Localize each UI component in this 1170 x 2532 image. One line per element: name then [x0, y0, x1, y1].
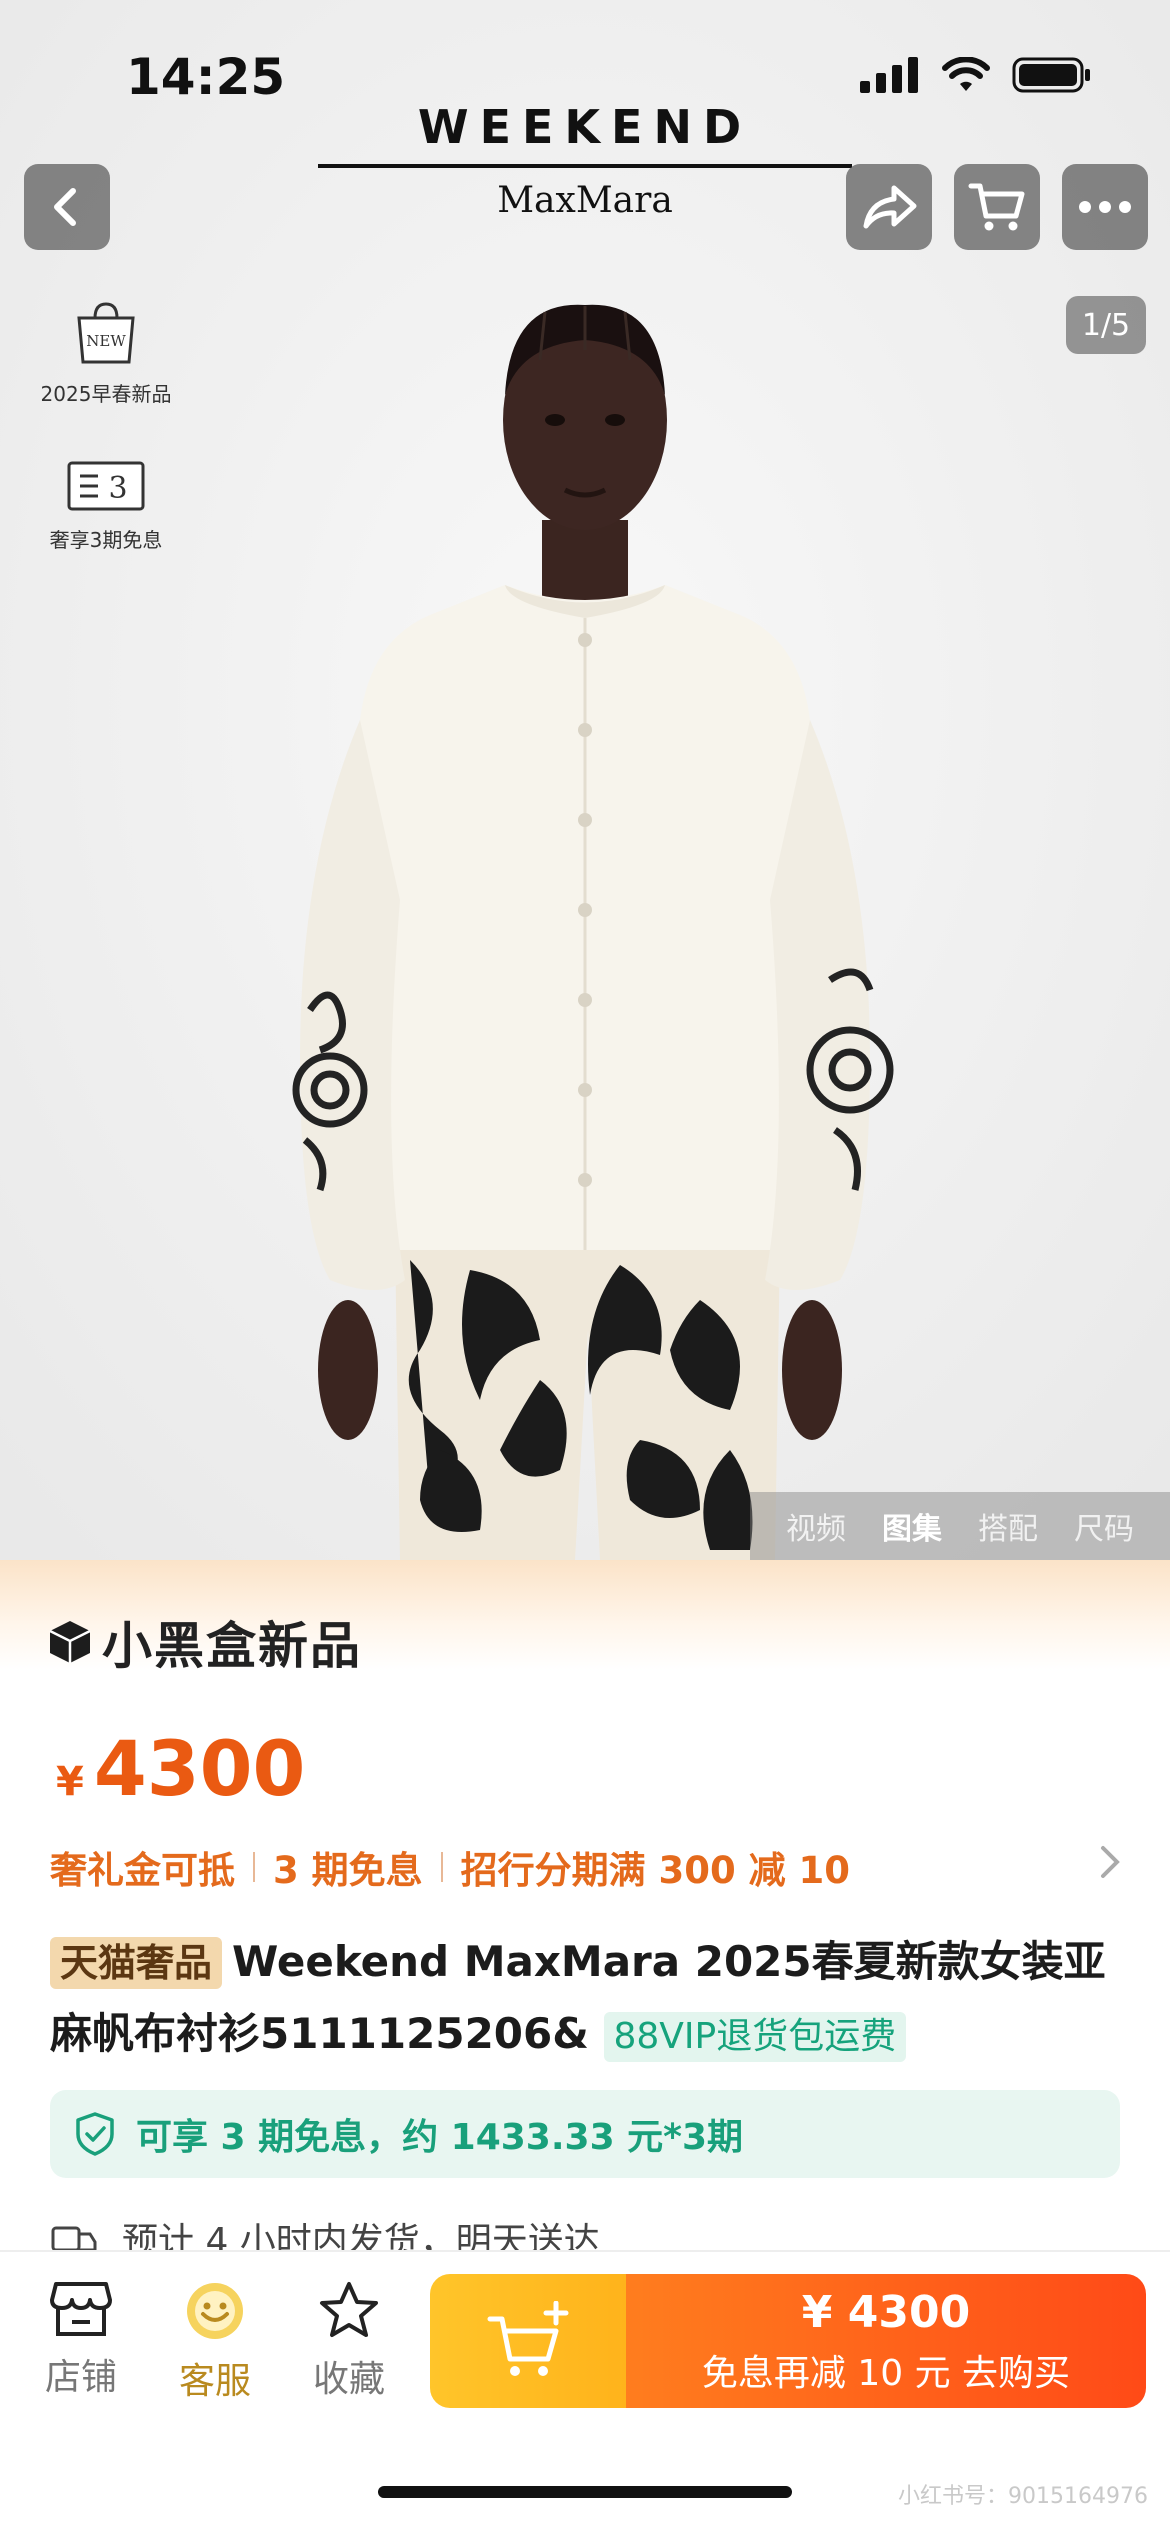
buy-price: ¥ 4300 — [801, 2286, 971, 2338]
media-tabs: 视频 图集 搭配 尺码 — [750, 1492, 1170, 1560]
status-time: 14:25 — [126, 48, 286, 106]
channel-label: 小黑盒新品 — [102, 1617, 362, 1675]
home-indicator — [378, 2486, 792, 2498]
share-button[interactable] — [846, 164, 932, 250]
new-bag-text: NEW — [86, 332, 126, 350]
price-currency: ¥ — [56, 1759, 84, 1805]
promo-row[interactable]: 奢礼金可抵 3 期免息 招行分期满 300 减 10 — [50, 1840, 1122, 1894]
favorite-button[interactable]: 收藏 — [294, 2280, 404, 2402]
badge-installment[interactable]: 3 奢享3期免息 — [22, 460, 190, 553]
customer-service-button[interactable]: 客服 — [160, 2280, 270, 2404]
black-box-icon — [49, 1621, 91, 1663]
share-icon — [863, 185, 917, 229]
installment-icon-text: 3 — [108, 471, 127, 506]
truck-icon — [51, 2226, 97, 2250]
store-icon — [50, 2282, 112, 2336]
tab-video[interactable]: 视频 — [786, 1504, 846, 1548]
brand-divider — [318, 164, 852, 168]
shipping-text: 预计 4 小时内发货，明天送达 — [122, 2221, 600, 2250]
tab-outfit[interactable]: 搭配 — [978, 1504, 1038, 1548]
promo-gift-credit: 奢礼金可抵 — [50, 1849, 235, 1892]
badge-new-season[interactable]: NEW 2025早春新品 — [22, 300, 190, 407]
store-button[interactable]: 店铺 — [26, 2280, 136, 2400]
promo-separator — [440, 1852, 443, 1882]
promo-separator — [253, 1852, 255, 1882]
customer-service-label: 客服 — [178, 2361, 251, 2402]
buy-now-button[interactable]: ¥ 4300 免息再减 10 元 去购买 — [626, 2274, 1146, 2408]
gallery-counter: 1/5 — [1066, 296, 1146, 354]
add-to-cart-button[interactable] — [430, 2274, 626, 2408]
status-icons — [860, 56, 1092, 94]
chevron-right-icon — [1101, 1846, 1120, 1878]
cart-icon — [968, 183, 1025, 231]
cart-plus-icon — [487, 2301, 569, 2376]
channel-banner: 小黑盒新品 — [48, 1606, 362, 1678]
price: ¥ 4300 — [56, 1724, 305, 1813]
cart-button[interactable] — [954, 164, 1040, 250]
star-icon — [320, 2282, 378, 2337]
back-button[interactable] — [24, 164, 110, 250]
battery-icon — [1012, 57, 1090, 93]
vip-return-tag: 88VIP退货包运费 — [603, 2012, 907, 2062]
badge-new-season-label: 2025早春新品 — [40, 382, 172, 406]
tab-gallery[interactable]: 图集 — [882, 1504, 942, 1548]
customer-service-icon — [187, 2283, 243, 2339]
shield-check-icon — [76, 2112, 114, 2156]
installment-icon: 3 — [67, 461, 145, 511]
store-label: 店铺 — [44, 2357, 117, 2398]
new-bag-icon: NEW — [77, 302, 135, 364]
chevron-left-icon — [54, 188, 76, 226]
price-value: 4300 — [93, 1724, 306, 1813]
badge-installment-label: 奢享3期免息 — [49, 528, 163, 552]
buy-subtitle: 免息再减 10 元 去购买 — [701, 2352, 1071, 2394]
product-info: 小黑盒新品 ¥ 4300 奢礼金可抵 3 期免息 招行分期满 300 减 10 … — [0, 1560, 1170, 2250]
signal-icon — [860, 57, 918, 93]
wifi-icon — [942, 57, 990, 91]
shipping-row[interactable]: 预计 4 小时内发货，明天送达 — [50, 2208, 1122, 2250]
promo-installment: 3 期免息 — [273, 1849, 423, 1892]
bottom-action-bar: 店铺 客服 收藏 ¥ 4300 免息再减 10 元 去购买 小红书号：90151… — [0, 2250, 1170, 2532]
product-gallery[interactable]: 14:25 WEEKEND MaxMara NEW 2025早春新品 3 奢享3… — [0, 0, 1170, 1560]
brand-logo: WEEKEND MaxMara — [318, 100, 852, 221]
favorite-label: 收藏 — [312, 2359, 385, 2400]
watermark: 小红书号：9015164976 — [898, 2484, 1148, 2509]
product-title-block: 天猫奢品 Weekend MaxMara 2025春夏新款女装亚麻帆布衬衫5111… — [50, 1926, 1130, 2070]
installment-box[interactable]: 可享 3 期免息，约 1433.33 元*3期 — [50, 2090, 1120, 2178]
brand-maxmara: MaxMara — [497, 180, 673, 221]
tab-size[interactable]: 尺码 — [1074, 1504, 1134, 1548]
promo-bank-discount: 招行分期满 300 减 10 — [460, 1849, 851, 1892]
tmall-luxury-tag: 天猫奢品 — [50, 1937, 223, 1989]
installment-text: 可享 3 期免息，约 1433.33 元*3期 — [136, 2117, 744, 2158]
more-icon — [1079, 201, 1131, 213]
more-button[interactable] — [1062, 164, 1148, 250]
brand-weekend: WEEKEND — [417, 100, 753, 154]
buy-button-group: ¥ 4300 免息再减 10 元 去购买 — [430, 2274, 1146, 2408]
